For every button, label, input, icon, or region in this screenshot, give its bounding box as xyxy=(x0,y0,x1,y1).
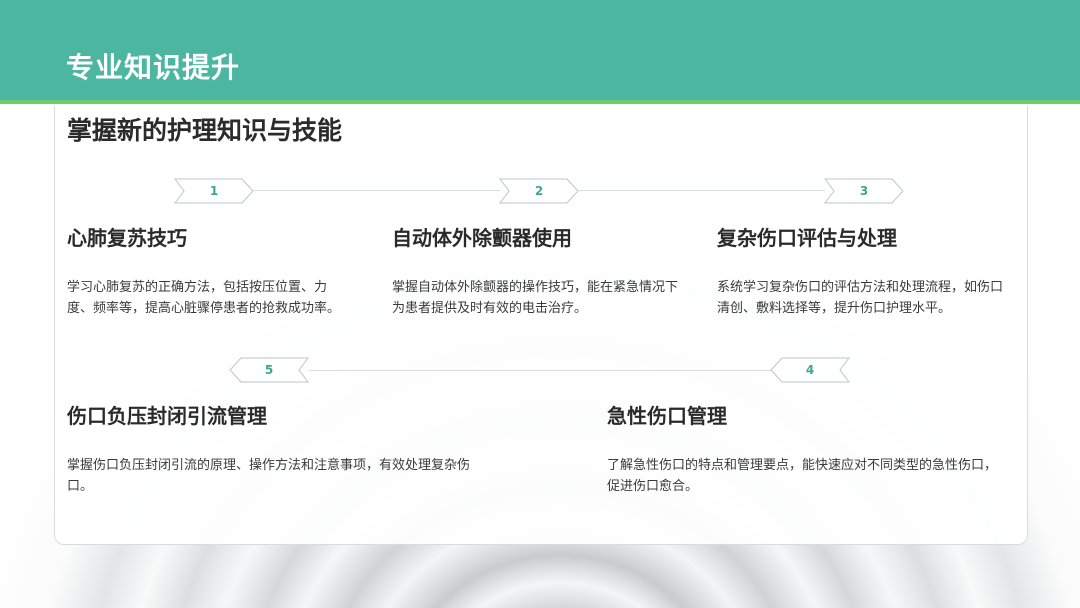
step-number: 5 xyxy=(264,363,274,377)
item-desc-1: 学习心肺复苏的正确方法，包括按压位置、力度、频率等，提高心脏骤停患者的抢救成功率… xyxy=(67,280,341,316)
step-marker-2: 2 xyxy=(499,178,579,204)
item-title-3: 复杂伤口评估与处理 xyxy=(717,226,897,250)
step-marker-1: 1 xyxy=(174,178,254,204)
item-title-5: 伤口负压封闭引流管理 xyxy=(67,404,267,428)
page-title: 专业知识提升 xyxy=(66,51,241,84)
step-number: 3 xyxy=(859,184,869,198)
item-title-2: 自动体外除颤器使用 xyxy=(392,226,572,250)
header-accent-line xyxy=(0,100,1080,104)
connector-line xyxy=(309,370,771,371)
slide: 专业知识提升 掌握新的护理知识与技能 1 2 3 4 5 心肺复苏技巧 学习心肺… xyxy=(0,0,1080,608)
step-number: 2 xyxy=(534,184,544,198)
connector-line xyxy=(254,190,500,191)
item-desc-2: 掌握自动体外除颤器的操作技巧，能在紧急情况下为患者提供及时有效的电击治疗。 xyxy=(392,280,679,316)
item-title-1: 心肺复苏技巧 xyxy=(67,226,187,250)
step-marker-3: 3 xyxy=(824,178,904,204)
section-subtitle: 掌握新的护理知识与技能 xyxy=(67,116,343,145)
item-desc-4: 了解急性伤口的特点和管理要点，能快速应对不同类型的急性伤口，促进伤口愈合。 xyxy=(607,458,998,494)
step-marker-5: 5 xyxy=(229,357,309,383)
item-desc-5: 掌握伤口负压封闭引流的原理、操作方法和注意事项，有效处理复杂伤口。 xyxy=(67,458,471,494)
item-title-4: 急性伤口管理 xyxy=(607,404,727,428)
step-marker-4: 4 xyxy=(770,357,850,383)
step-number: 1 xyxy=(209,184,219,198)
item-desc-3: 系统学习复杂伤口的评估方法和处理流程，如伤口清创、敷料选择等，提升伤口护理水平。 xyxy=(717,280,1004,316)
connector-line xyxy=(579,190,825,191)
step-number: 4 xyxy=(805,363,815,377)
